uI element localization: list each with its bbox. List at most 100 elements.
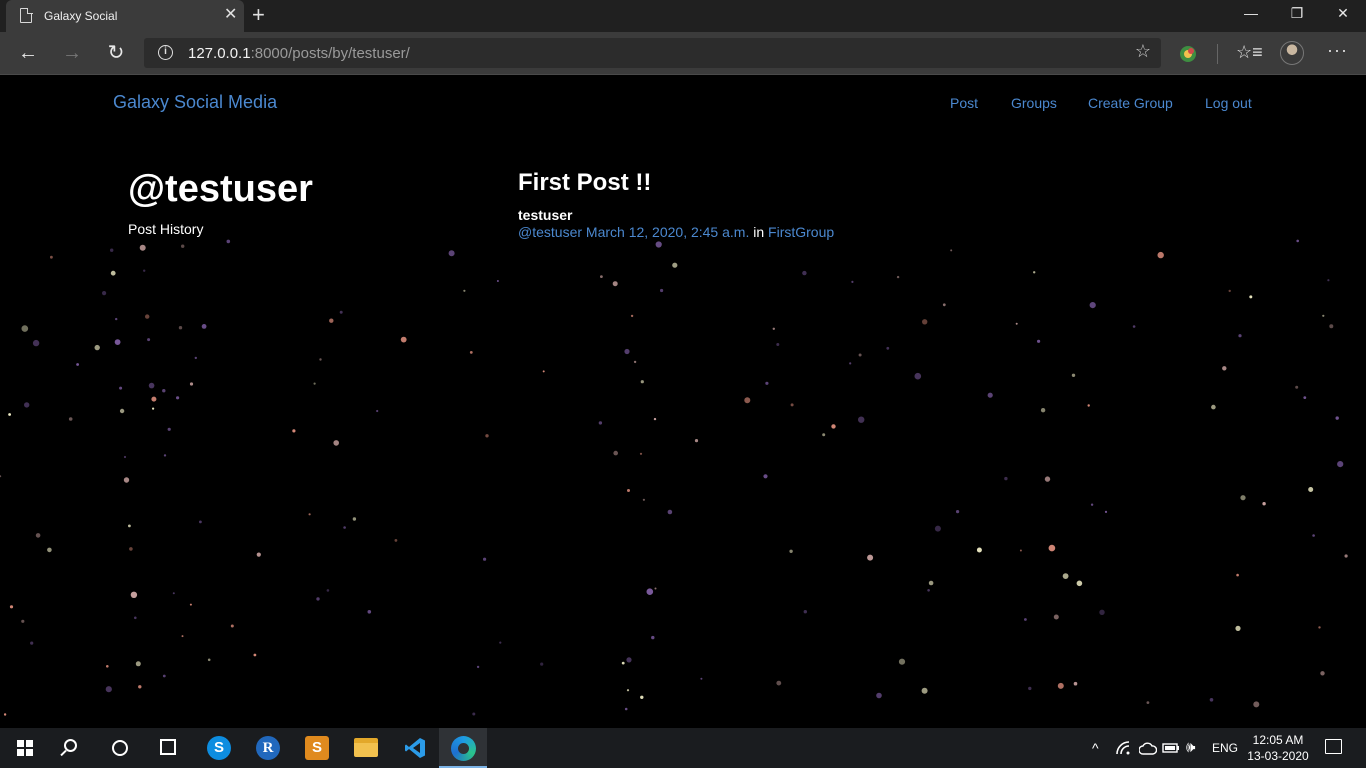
star-dot [858,353,862,357]
star-dot [339,310,343,314]
star-dot [499,641,502,644]
star-dot [956,510,960,514]
star-dot [624,707,628,711]
star-dot [1228,289,1231,293]
star-dot [1033,271,1036,274]
star-dot [110,270,116,276]
search-icon [64,739,77,752]
star-dot [485,434,489,438]
nav-post-link[interactable]: Post [950,95,978,111]
star-dot [189,382,194,386]
favorites-icon[interactable]: ☆≡ [1236,42,1263,63]
restore-button[interactable]: ❐ [1274,0,1320,32]
star-dot [376,409,379,413]
star-dot [772,327,775,330]
volume-icon[interactable]: 🕪 [1186,728,1195,768]
nav-groups-link[interactable]: Groups [1011,95,1057,111]
star-dot [110,248,114,252]
star-dot [1076,580,1083,587]
star-dot [76,363,79,366]
sublime-app[interactable]: S [292,728,340,768]
r-app[interactable]: R [243,728,291,768]
notifications-icon[interactable] [1325,739,1342,754]
language-indicator[interactable]: ENG [1212,728,1238,768]
star-dot [400,336,407,343]
taskbar-clock[interactable]: 12:05 AM 13-03-2020 [1240,732,1316,764]
star-dot [1320,671,1325,676]
onedrive-icon[interactable] [1139,742,1157,755]
skype-app[interactable]: S [194,728,242,768]
post-group-link[interactable]: FirstGroup [768,224,834,240]
star-dot [1090,503,1094,506]
site-brand-link[interactable]: Galaxy Social Media [113,92,277,113]
post-author: testuser [518,207,573,223]
star-dot [329,318,334,323]
star-dot [189,603,192,606]
star-dot [463,289,466,292]
star-dot [1296,239,1299,243]
nav-create-group-link[interactable]: Create Group [1088,95,1173,111]
star-dot [640,695,644,699]
star-dot [1053,614,1059,620]
star-dot [667,509,673,515]
favorite-star-icon[interactable]: ☆ [1135,41,1151,62]
star-dot [176,396,180,400]
star-dot [47,547,52,553]
tab-close-icon[interactable]: ✕ [224,6,237,24]
star-dot [308,513,311,516]
search-button[interactable] [48,728,96,768]
star-dot [867,554,874,561]
minimize-button[interactable]: — [1228,0,1274,32]
nav-logout-link[interactable]: Log out [1205,95,1252,111]
address-bar[interactable]: i 127.0.0.1:8000/posts/by/testuser/ ☆ [144,38,1161,68]
star-dot [292,429,296,433]
close-window-button[interactable]: ✕ [1320,0,1366,32]
back-button[interactable]: ← [13,38,43,68]
star-dot [598,421,603,425]
battery-icon[interactable] [1162,742,1180,754]
extension-icon[interactable] [1178,44,1198,64]
star-dot [135,661,141,667]
post-timestamp-link[interactable]: March 12, 2020, 2:45 a.m. [586,224,749,240]
tray-chevron-icon[interactable]: ^ [1092,728,1099,768]
star-dot [876,692,882,699]
vscode-app[interactable] [390,728,438,768]
star-dot [1312,534,1315,537]
star-dot [8,413,12,416]
wifi-icon[interactable] [1116,741,1132,755]
cortana-button[interactable] [96,728,144,768]
forward-button[interactable]: → [57,38,87,68]
file-explorer-app[interactable] [341,728,389,768]
star-dot [630,314,634,318]
browser-tab[interactable]: Galaxy Social ✕ [6,0,244,32]
star-dot [1318,626,1321,629]
star-dot [123,455,127,459]
vscode-icon [405,738,425,758]
star-dot [1337,461,1344,468]
star-dot [763,474,768,479]
url-text[interactable]: 127.0.0.1:8000/posts/by/testuser/ [188,45,410,62]
star-dot [612,281,618,287]
star-dot [172,592,175,595]
task-view-button[interactable] [144,728,192,768]
edge-app[interactable] [439,728,487,768]
star-dot [127,524,131,528]
refresh-button[interactable]: ↻ [101,38,131,68]
star-dot [1132,325,1136,328]
star-dot [789,549,793,553]
star-dot [626,689,630,692]
post-handle-link[interactable]: @testuser [518,224,582,240]
new-tab-button[interactable]: + [252,3,265,27]
profile-handle: @testuser [128,168,313,210]
star-dot [163,454,167,457]
star-dot [119,386,123,390]
profile-avatar[interactable] [1280,41,1304,65]
skype-icon: S [207,736,231,760]
more-menu-icon[interactable]: ··· [1327,40,1348,61]
star-dot [1322,314,1325,317]
start-button[interactable] [0,728,48,768]
star-dot [914,372,922,380]
page-content: Galaxy Social Media Post Groups Create G… [0,75,1366,728]
info-icon[interactable]: i [158,45,173,60]
star-dot [167,427,171,431]
